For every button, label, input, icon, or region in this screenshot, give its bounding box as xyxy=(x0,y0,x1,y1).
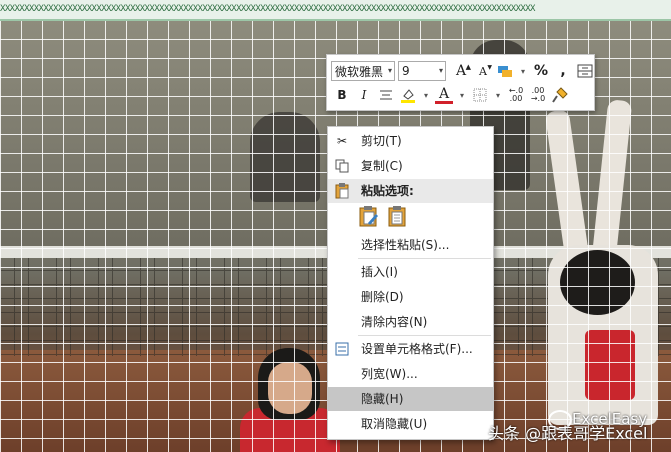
chevron-down-icon[interactable]: ▾ xyxy=(455,85,469,105)
paste-icon xyxy=(334,183,350,199)
merge-center-icon[interactable] xyxy=(574,61,596,81)
menu-item-label: 粘贴选项: xyxy=(361,184,414,198)
column-header-text: XXXXXXXXXXXXXXXXXXXXXXXXXXXXXXXXXXXXXXXX… xyxy=(0,4,535,14)
borders-icon[interactable] xyxy=(469,85,491,105)
font-grow-icon[interactable]: A ▲ xyxy=(450,61,472,81)
menu-item-insert[interactable]: 插入(I) xyxy=(328,260,493,284)
menu-item-cut[interactable]: ✂ 剪切(T) xyxy=(328,129,493,153)
chevron-down-icon: ▾ xyxy=(438,66,443,75)
paste-keep-formatting-icon[interactable] xyxy=(358,205,380,227)
menu-separator xyxy=(358,258,491,259)
mini-toolbar: 微软雅黑 ▾ 9 ▾ A ▲ A ▼ ▾ % , B I ▾ A ▾ ▾ ←.0… xyxy=(326,54,595,111)
comma-style-icon[interactable]: , xyxy=(552,61,574,81)
chevron-down-icon[interactable]: ▾ xyxy=(419,85,433,105)
font-size-value: 9 xyxy=(402,64,410,78)
menu-item-label: 设置单元格格式(F)... xyxy=(361,342,473,356)
menu-item-delete[interactable]: 删除(D) xyxy=(328,285,493,309)
scissors-icon: ✂ xyxy=(336,134,348,148)
font-name-value: 微软雅黑 xyxy=(335,64,384,79)
menu-separator xyxy=(358,335,491,336)
decrease-decimal-icon[interactable]: .00 →.0 xyxy=(527,85,549,105)
copy-icon xyxy=(334,158,350,174)
bold-button[interactable]: B xyxy=(331,85,353,105)
format-cells-icon xyxy=(334,341,350,357)
fill-color-icon[interactable] xyxy=(397,85,419,105)
menu-item-column-width[interactable]: 列宽(W)... xyxy=(328,362,493,386)
increase-decimal-icon[interactable]: ←.0 .00 xyxy=(505,85,527,105)
watermark-bottom: 头条 @跟表哥学Excel xyxy=(488,424,648,443)
menu-item-label: 剪切(T) xyxy=(361,134,402,148)
format-painter-icon[interactable] xyxy=(549,85,571,105)
font-color-icon[interactable]: A xyxy=(433,85,455,105)
paste-icon[interactable] xyxy=(386,205,408,227)
menu-item-hide[interactable]: 隐藏(H) xyxy=(328,387,493,411)
align-center-icon[interactable] xyxy=(375,85,397,105)
accounting-format-icon[interactable] xyxy=(494,61,516,81)
paste-options-header: 粘贴选项: xyxy=(328,179,493,203)
menu-item-label: 清除内容(N) xyxy=(361,315,428,329)
menu-item-label: 隐藏(H) xyxy=(361,392,404,406)
italic-button[interactable]: I xyxy=(353,85,375,105)
menu-item-unhide[interactable]: 取消隐藏(U) xyxy=(328,412,493,436)
menu-item-label: 复制(C) xyxy=(361,159,403,173)
column-header-row[interactable]: XXXXXXXXXXXXXXXXXXXXXXXXXXXXXXXXXXXXXXXX… xyxy=(0,0,671,21)
menu-item-clear-contents[interactable]: 清除内容(N) xyxy=(328,310,493,334)
menu-item-label: 取消隐藏(U) xyxy=(361,417,428,431)
menu-item-copy[interactable]: 复制(C) xyxy=(328,154,493,178)
chevron-down-icon: ▾ xyxy=(387,66,392,75)
menu-item-label: 删除(D) xyxy=(361,290,404,304)
font-shrink-icon[interactable]: A ▼ xyxy=(472,61,494,81)
menu-item-label: 选择性粘贴(S)... xyxy=(361,238,450,252)
chevron-down-icon[interactable]: ▾ xyxy=(491,85,505,105)
menu-item-label: 列宽(W)... xyxy=(361,367,418,381)
menu-item-label: 插入(I) xyxy=(361,265,398,279)
font-name-dropdown[interactable]: 微软雅黑 ▾ xyxy=(331,61,395,81)
menu-item-format-cells[interactable]: 设置单元格格式(F)... xyxy=(328,337,493,361)
percent-style-icon[interactable]: % xyxy=(530,61,552,81)
context-menu: ✂ 剪切(T) 复制(C) 粘贴选项: 选择性粘贴(S)... 插入(I) 删除… xyxy=(327,126,494,440)
chevron-down-icon[interactable]: ▾ xyxy=(516,61,530,81)
font-size-dropdown[interactable]: 9 ▾ xyxy=(398,61,446,81)
menu-item-paste-special[interactable]: 选择性粘贴(S)... xyxy=(328,233,493,257)
